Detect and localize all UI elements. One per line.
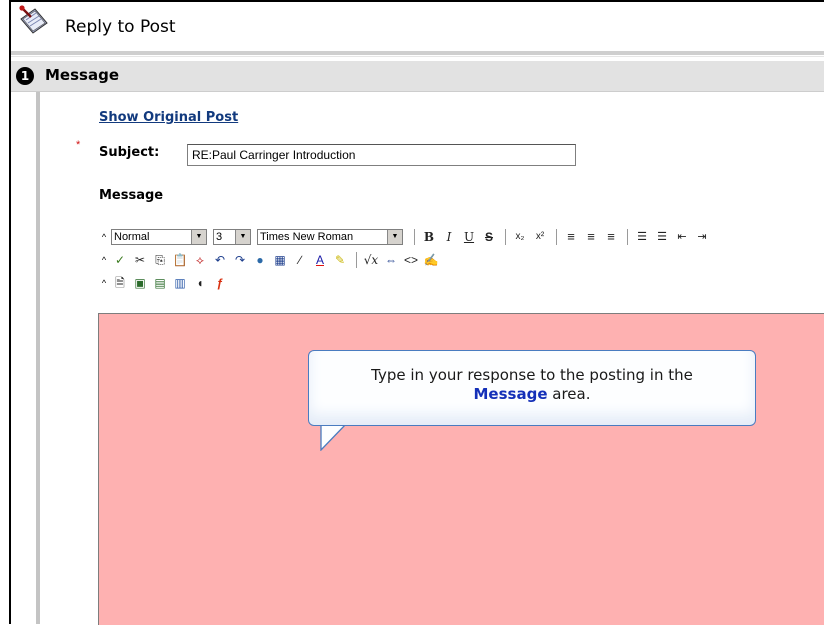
editor-toolbar-row-1: ^ Normal ▼ 3 ▼ Times New Roman ▼ B I U S… [99, 226, 713, 248]
section-indent-bar [36, 92, 40, 624]
align-right-icon[interactable]: ≡ [602, 228, 620, 246]
image-icon[interactable]: ▣ [131, 274, 149, 292]
instruction-callout: Type in your response to the posting in … [308, 350, 756, 426]
flash-icon[interactable]: ƒ [211, 274, 229, 292]
frame-left-border [9, 0, 11, 624]
message-label: Message [99, 188, 164, 203]
collapse-toolbar-icon[interactable]: ^ [99, 255, 109, 265]
callout-tail [320, 424, 347, 451]
html-arrows-icon[interactable]: ⇔ [382, 251, 400, 269]
align-left-icon[interactable]: ≡ [562, 228, 580, 246]
spellcheck-icon[interactable]: ✓ [111, 251, 129, 269]
font-color-icon[interactable]: A [311, 251, 329, 269]
chevron-down-icon[interactable]: ▼ [387, 230, 402, 244]
callout-emphasis: Message [473, 385, 548, 403]
unordered-list-icon[interactable]: ☰ [653, 228, 671, 246]
toolbar-separator [505, 229, 506, 245]
web-link-icon[interactable]: ● [251, 251, 269, 269]
code-icon[interactable]: <> [402, 251, 420, 269]
page-title: Reply to Post [65, 17, 176, 37]
copy-icon[interactable]: ⎘ [151, 251, 169, 269]
editor-toolbar-row-2: ^ ✓ ✂ ⎘ 📋 ⟡ ↶ ↷ ● ▦ ∕ A ✎ √x ⇔ <> ✍ [99, 249, 442, 271]
subject-input[interactable] [187, 144, 576, 166]
header-divider [11, 51, 824, 55]
toolbar-separator [556, 229, 557, 245]
align-center-icon[interactable]: ≡ [582, 228, 600, 246]
link-break-icon[interactable]: ⟡ [191, 251, 209, 269]
font-size-select[interactable]: 3 ▼ [213, 229, 251, 245]
subscript-icon[interactable]: x₂ [511, 228, 529, 246]
outdent-icon[interactable]: ⇤ [673, 228, 691, 246]
audio-icon[interactable]: ◖ [191, 274, 209, 292]
document-icon[interactable]: ▥ [171, 274, 189, 292]
section-header [11, 61, 824, 92]
chevron-down-icon[interactable]: ▼ [235, 230, 250, 244]
subject-label: Subject: [99, 145, 160, 160]
bold-icon[interactable]: B [420, 228, 438, 246]
equation-icon[interactable]: √x [362, 251, 380, 269]
show-original-post-link[interactable]: Show Original Post [99, 110, 238, 125]
step-number-badge: 1 [16, 67, 34, 85]
paragraph-style-select[interactable]: Normal ▼ [111, 229, 207, 245]
editor-toolbar-row-3: ^ 🗎 ▣ ▤ ▥ ◖ ƒ [99, 272, 231, 294]
table-icon[interactable]: ▦ [271, 251, 289, 269]
font-family-value: Times New Roman [260, 231, 354, 243]
cut-icon[interactable]: ✂ [131, 251, 149, 269]
font-size-value: 3 [216, 231, 223, 243]
section-title: Message [45, 66, 119, 84]
redo-icon[interactable]: ↷ [231, 251, 249, 269]
callout-text-after: area. [552, 385, 591, 403]
ordered-list-icon[interactable]: ☰ [633, 228, 651, 246]
toolbar-separator [414, 229, 415, 245]
required-marker: * [76, 139, 81, 151]
callout-text-before: Type in your response to the posting in … [371, 366, 693, 384]
pen-icon[interactable]: ∕ [291, 251, 309, 269]
toolbar-separator [356, 252, 357, 268]
chevron-down-icon[interactable]: ▼ [191, 230, 206, 244]
edit-doc-icon[interactable]: ✍ [422, 251, 440, 269]
collapse-toolbar-icon[interactable]: ^ [99, 232, 109, 242]
header-divider-light [11, 56, 824, 57]
paragraph-style-value: Normal [114, 231, 150, 243]
indent-icon[interactable]: ⇥ [693, 228, 711, 246]
italic-icon[interactable]: I [440, 228, 458, 246]
media-icon[interactable]: ▤ [151, 274, 169, 292]
attach-file-icon[interactable]: 🗎 [111, 274, 129, 292]
underline-icon[interactable]: U [460, 228, 478, 246]
strikethrough-icon[interactable]: S [480, 228, 498, 246]
font-family-select[interactable]: Times New Roman ▼ [257, 229, 403, 245]
highlight-icon[interactable]: ✎ [331, 251, 349, 269]
collapse-toolbar-icon[interactable]: ^ [99, 278, 109, 288]
paste-icon[interactable]: 📋 [171, 251, 189, 269]
toolbar-separator [627, 229, 628, 245]
quill-pen-icon [17, 5, 49, 37]
undo-icon[interactable]: ↶ [211, 251, 229, 269]
superscript-icon[interactable]: x² [531, 228, 549, 246]
